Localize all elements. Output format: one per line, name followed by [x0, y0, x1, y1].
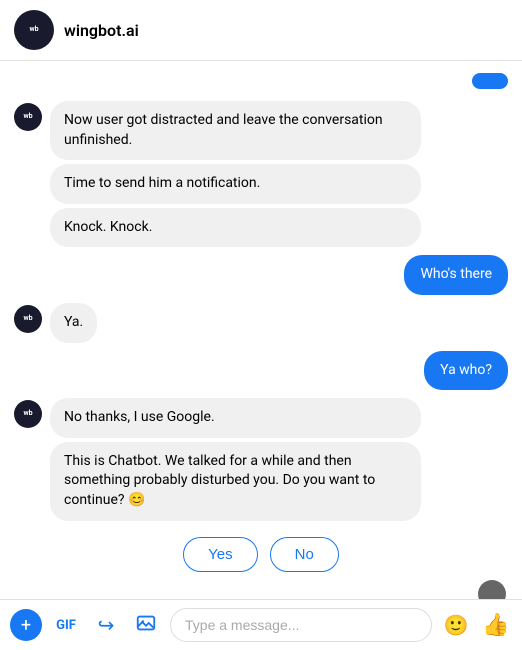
- emoji-icon: 🙂: [444, 613, 469, 637]
- bot-avatar-3: wb: [14, 400, 42, 428]
- bot-bubble-group-2: Ya.: [50, 303, 97, 343]
- chat-header: wb wingbot.ai: [0, 0, 522, 61]
- plus-button[interactable]: +: [10, 609, 42, 641]
- typing-dot: [478, 580, 506, 599]
- emoji-button[interactable]: 🙂: [440, 609, 472, 641]
- user-message-row-1: Who's there: [14, 255, 508, 295]
- yes-button[interactable]: Yes: [183, 537, 257, 572]
- user-bubble-1: Who's there: [404, 255, 508, 295]
- no-button[interactable]: No: [270, 537, 339, 572]
- bot-bubble-2a: Ya.: [50, 303, 97, 343]
- bot-message-row-1: wb Now user got distracted and leave the…: [14, 101, 508, 247]
- bot-bubble-1a: Now user got distracted and leave the co…: [50, 101, 421, 160]
- bot-bubble-3b: This is Chatbot. We talked for a while a…: [50, 442, 421, 521]
- header-avatar: wb: [14, 10, 54, 50]
- top-button-row: [14, 73, 508, 89]
- forward-icon: ↪: [98, 613, 115, 637]
- header-avatar-label: wb: [29, 26, 38, 34]
- top-action-button[interactable]: [472, 73, 508, 89]
- user-bubble-2: Ya who?: [424, 351, 508, 391]
- typing-indicator-row: [14, 580, 508, 599]
- bot-avatar-2: wb: [14, 305, 42, 333]
- bot-avatar-1: wb: [14, 103, 42, 131]
- header-title: wingbot.ai: [64, 21, 139, 40]
- message-input[interactable]: [170, 608, 432, 642]
- bot-bubble-1c: Knock. Knock.: [50, 208, 421, 248]
- image-button[interactable]: [130, 609, 162, 641]
- plus-icon: +: [21, 615, 31, 636]
- bot-bubble-1b: Time to send him a notification.: [50, 164, 421, 204]
- bot-bubble-group-1: Now user got distracted and leave the co…: [50, 101, 421, 247]
- bot-bubble-3a: No thanks, I use Google.: [50, 398, 421, 438]
- bot-message-row-3: wb No thanks, I use Google. This is Chat…: [14, 398, 508, 520]
- thumbs-up-icon: 👍: [482, 613, 509, 638]
- bot-bubble-group-3: No thanks, I use Google. This is Chatbot…: [50, 398, 421, 520]
- image-icon: [135, 612, 157, 639]
- gif-button[interactable]: GIF: [50, 609, 82, 641]
- user-message-row-2: Ya who?: [14, 351, 508, 391]
- gif-icon: GIF: [56, 618, 76, 633]
- bot-message-row-2: wb Ya.: [14, 303, 508, 343]
- forward-button[interactable]: ↪: [90, 609, 122, 641]
- input-bar: + GIF ↪ 🙂 👍: [0, 599, 522, 650]
- thumbs-up-button[interactable]: 👍: [480, 609, 512, 641]
- action-buttons-row: Yes No: [14, 537, 508, 572]
- messages-area: wb Now user got distracted and leave the…: [0, 61, 522, 599]
